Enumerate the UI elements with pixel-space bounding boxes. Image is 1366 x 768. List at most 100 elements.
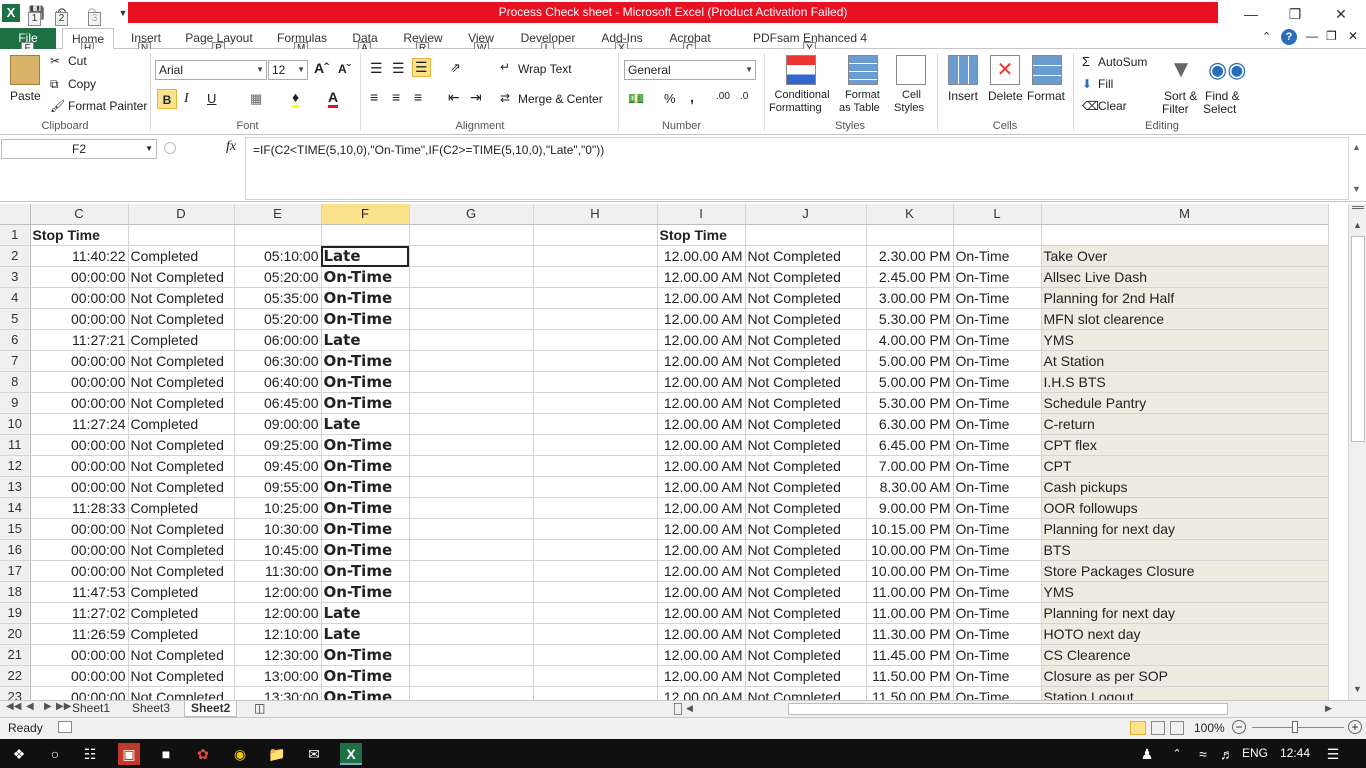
cell-d[interactable]: Not Completed [128,455,235,477]
increase-decimal-icon[interactable]: .00 [716,91,730,102]
cell-l[interactable]: On-Time [953,308,1042,330]
cell-l[interactable]: On-Time [953,413,1042,435]
cell-d[interactable]: Not Completed [128,665,235,687]
cell-h[interactable] [533,350,658,372]
cell-l[interactable]: On-Time [953,329,1042,351]
font-name-select[interactable]: Arial ▼ [155,60,267,80]
increase-indent-icon[interactable]: ⇥ [470,89,482,106]
cell-i[interactable]: 12.00.00 AM [657,371,746,393]
cell-k[interactable]: 5.30.00 PM [866,392,954,414]
row-header[interactable]: 8 [0,371,31,393]
cell-h[interactable] [533,476,658,498]
cell-i[interactable]: 12.00.00 AM [657,266,746,288]
wrap-text-button[interactable]: Wrap Text [518,62,572,76]
cell-m[interactable]: HOTO next day [1041,623,1329,645]
cell-c[interactable]: 00:00:00 [30,434,129,456]
cell-d[interactable]: Not Completed [128,266,235,288]
cell-m[interactable]: Planning for 2nd Half [1041,287,1329,309]
row-header[interactable]: 19 [0,602,31,624]
cell-k[interactable]: 7.00.00 PM [866,455,954,477]
cell-e[interactable]: 06:00:00 [234,329,322,351]
column-header-h[interactable]: H [533,204,658,225]
cell-l[interactable]: On-Time [953,266,1042,288]
cell-i[interactable]: 12.00.00 AM [657,455,746,477]
cell-d[interactable]: Completed [128,497,235,519]
formula-input[interactable]: =IF(C2<TIME(5,10,0),"On-Time",IF(C2>=TIM… [245,137,1349,200]
find-select-button[interactable]: Find & [1205,89,1240,103]
format-cells-button[interactable]: Format [1027,89,1065,103]
cell-l[interactable]: On-Time [953,245,1042,267]
cell-k[interactable]: 5.30.00 PM [866,308,954,330]
cell-e[interactable]: 12:10:00 [234,623,322,645]
cell-l[interactable]: On-Time [953,434,1042,456]
cell-k[interactable]: 8.30.00 AM [866,476,954,498]
row-header[interactable]: 7 [0,350,31,372]
split-handle[interactable] [1352,206,1364,209]
task-view-icon[interactable]: ☷ [79,743,101,765]
cell-i[interactable]: 12.00.00 AM [657,434,746,456]
clock[interactable]: 12:44 [1280,746,1310,760]
zoom-level[interactable]: 100% [1194,721,1225,735]
insert-cells-icon[interactable] [948,55,978,85]
chrome-icon[interactable]: ◉ [229,743,251,765]
scroll-left-icon[interactable]: ◀ [686,703,693,714]
cell-i[interactable]: 12.00.00 AM [657,497,746,519]
fill-color-icon[interactable]: ♦ [292,89,300,108]
cell-f[interactable]: On-Time [321,434,410,456]
cell-e[interactable]: 05:10:00 [234,245,322,267]
cell-f[interactable]: Late [321,602,410,624]
bold-button[interactable]: B [157,89,177,109]
format-cells-icon[interactable] [1032,55,1062,85]
cell-m[interactable]: OOR followups [1041,497,1329,519]
cell-g[interactable] [409,665,534,687]
cell-e[interactable]: 06:40:00 [234,371,322,393]
cell-d[interactable]: Not Completed [128,476,235,498]
scroll-down-icon[interactable]: ▼ [1353,684,1362,694]
cell-f[interactable]: On-Time [321,497,410,519]
cell-m[interactable]: Store Packages Closure [1041,560,1329,582]
cell-m[interactable]: C-return [1041,413,1329,435]
cell-c[interactable]: 00:00:00 [30,266,129,288]
row-header[interactable]: 12 [0,455,31,477]
cell-h[interactable] [533,560,658,582]
cell-m[interactable]: YMS [1041,581,1329,603]
row-header[interactable]: 6 [0,329,31,351]
cell-j[interactable]: Not Completed [745,371,867,393]
insert-cells-button[interactable]: Insert [948,89,978,103]
cell-c[interactable]: 00:00:00 [30,308,129,330]
row-header[interactable]: 4 [0,287,31,309]
formula-collapse-icon[interactable]: ▼ [1352,184,1361,194]
cell-d[interactable]: Not Completed [128,371,235,393]
sort-filter-icon[interactable]: ▼ [1166,55,1196,85]
cell-g[interactable] [409,329,534,351]
paste-button[interactable]: Paste [10,89,41,103]
cell-m[interactable]: Schedule Pantry [1041,392,1329,414]
minimize-button[interactable]: — [1228,0,1274,28]
page-layout-view-icon[interactable] [1151,721,1165,735]
cell-l[interactable]: On-Time [953,560,1042,582]
cell-h[interactable] [533,371,658,393]
cell-e[interactable]: 10:25:00 [234,497,322,519]
excel-app-icon[interactable]: X [2,4,20,22]
cell-d[interactable]: Not Completed [128,560,235,582]
cell-f[interactable]: On-Time [321,665,410,687]
cell-k[interactable]: 2.45.00 PM [866,266,954,288]
cell-g[interactable] [409,350,534,372]
cell-h[interactable] [533,266,658,288]
cell-i[interactable]: 12.00.00 AM [657,539,746,561]
cell-g[interactable] [409,392,534,414]
cell-d[interactable]: Completed [128,623,235,645]
scroll-up-icon[interactable]: ▲ [1353,220,1362,230]
cell-i[interactable]: 12.00.00 AM [657,308,746,330]
cell-i[interactable]: 12.00.00 AM [657,581,746,603]
cell-l[interactable]: On-Time [953,350,1042,372]
cell-k[interactable]: 6.45.00 PM [866,434,954,456]
cell-h[interactable] [533,287,658,309]
cell-c[interactable]: 11:47:53 [30,581,129,603]
shrink-font-icon[interactable]: Aˇ [338,62,351,76]
italic-button[interactable]: I [184,91,189,107]
macro-record-icon[interactable] [58,721,72,733]
cell-f[interactable]: Late [321,329,410,351]
column-header-k[interactable]: K [866,204,954,225]
cell-d[interactable]: Completed [128,413,235,435]
